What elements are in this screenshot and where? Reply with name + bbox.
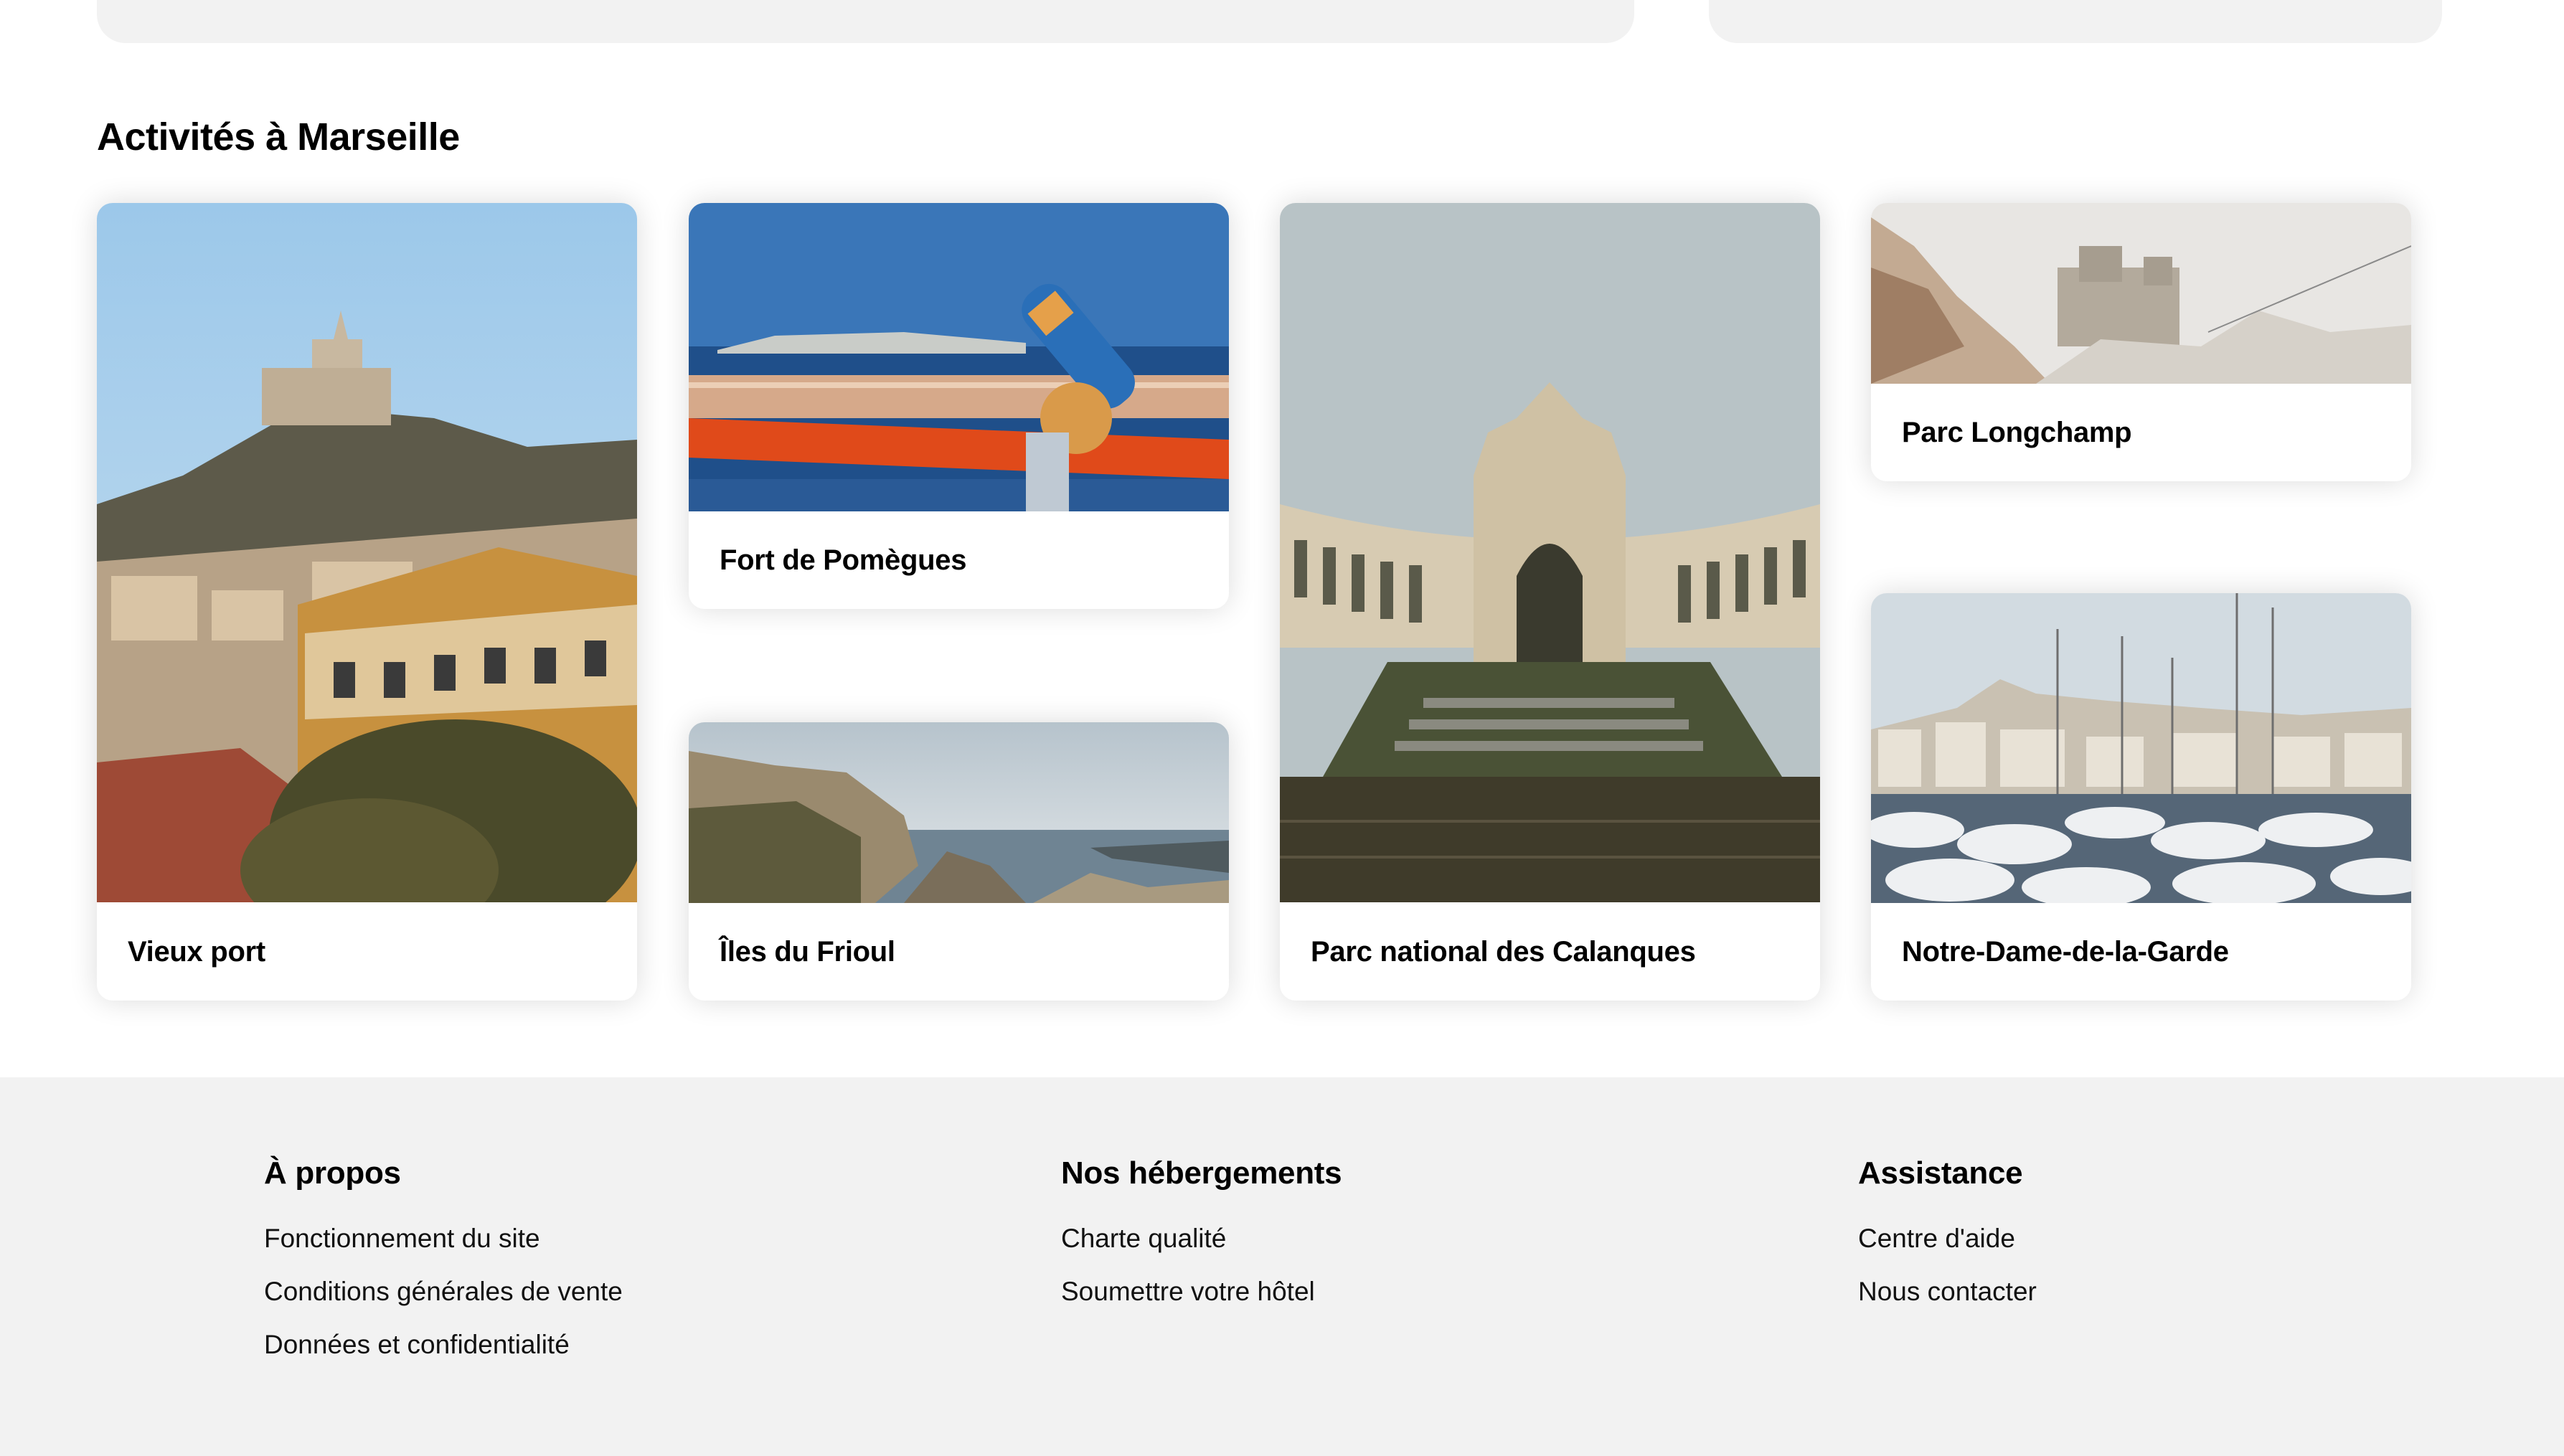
activity-card-label: Parc Longchamp xyxy=(1902,416,2132,448)
activity-card-label: Parc national des Calanques xyxy=(1311,935,1696,968)
top-panel-left xyxy=(97,0,1634,43)
activity-photo xyxy=(689,722,1229,903)
footer-heading: Assistance xyxy=(1858,1155,2023,1191)
activity-card-parc-national-des-calanques[interactable]: Parc national des Calanques xyxy=(1280,203,1820,1001)
footer-column-lodging: Nos hébergements Charte qualité Soumettr… xyxy=(1061,1152,1342,1325)
activity-card-notre-dame-de-la-garde[interactable]: Notre-Dame-de-la-Garde xyxy=(1871,593,2411,1001)
footer-link[interactable]: Fonctionnement du site xyxy=(264,1219,623,1272)
activity-card-parc-longchamp[interactable]: Parc Longchamp xyxy=(1871,203,2411,481)
section-title: Activités à Marseille xyxy=(97,115,460,159)
footer-link[interactable]: Centre d'aide xyxy=(1858,1219,2037,1272)
footer-heading: Nos hébergements xyxy=(1061,1155,1342,1191)
footer-heading: À propos xyxy=(264,1155,401,1191)
activity-photo xyxy=(689,203,1229,511)
activity-card-label: Fort de Pomègues xyxy=(720,544,967,576)
activity-photo xyxy=(1871,593,2411,903)
footer-column-about: À propos Fonctionnement du site Conditio… xyxy=(264,1152,623,1379)
activity-photo xyxy=(1871,203,2411,384)
top-panel-right xyxy=(1709,0,2442,43)
activity-card-label: Notre-Dame-de-la-Garde xyxy=(1902,935,2229,968)
activity-card-fort-de-pomegues[interactable]: Fort de Pomègues xyxy=(689,203,1229,609)
footer-link[interactable]: Conditions générales de vente xyxy=(264,1272,623,1325)
footer-link[interactable]: Soumettre votre hôtel xyxy=(1061,1272,1342,1325)
activity-card-label: Îles du Frioul xyxy=(720,935,895,968)
activity-card-vieux-port[interactable]: Vieux port xyxy=(97,203,637,1001)
activity-photo xyxy=(97,203,637,902)
activity-card-label: Vieux port xyxy=(128,935,265,968)
activity-photo xyxy=(1280,203,1820,902)
footer-link[interactable]: Données et confidentialité xyxy=(264,1325,623,1379)
site-footer: À propos Fonctionnement du site Conditio… xyxy=(0,1077,2564,1456)
activity-card-iles-du-frioul[interactable]: Îles du Frioul xyxy=(689,722,1229,1001)
footer-link[interactable]: Nous contacter xyxy=(1858,1272,2037,1325)
footer-column-support: Assistance Centre d'aide Nous contacter xyxy=(1858,1152,2037,1325)
footer-link[interactable]: Charte qualité xyxy=(1061,1219,1342,1272)
